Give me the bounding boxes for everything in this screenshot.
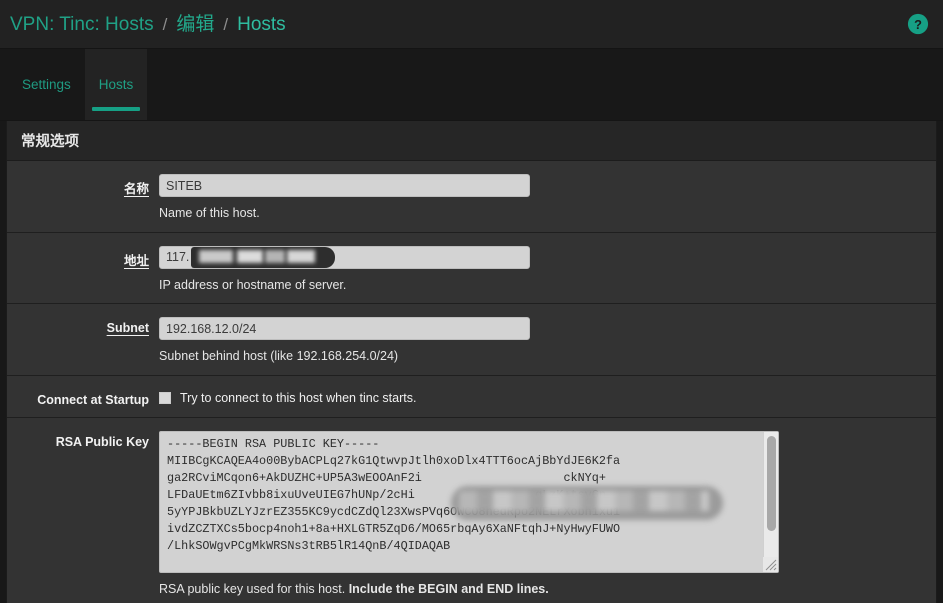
tab-settings[interactable]: Settings (8, 49, 85, 120)
label-rsa-public-key: RSA Public Key (55, 434, 149, 449)
form-row-connect-at-startup: Connect at Startup Try to connect to thi… (7, 375, 936, 418)
field-name: Name of this host. (159, 174, 936, 222)
form-row-subnet: Subnet Subnet behind host (like 192.168.… (7, 304, 936, 376)
rsa-public-key-hint: RSA public key used for this host. Inclu… (159, 582, 920, 598)
field-address: IP address or hostname of server. (159, 245, 936, 294)
rsa-textarea-scrollbar[interactable] (763, 431, 778, 572)
name-input[interactable] (159, 174, 530, 197)
rsa-public-key-wrapper: -----BEGIN RSA PUBLIC KEY----- MIIBCgKCA… (159, 430, 779, 573)
connect-at-startup-checkbox[interactable] (159, 391, 171, 404)
page-header: VPN: Tinc: Hosts / 编辑 / Hosts ? (0, 0, 943, 49)
address-input-wrapper (159, 245, 530, 269)
settings-panel: 常规选项 名称 Name of this host. 地址 IP (6, 121, 937, 603)
section-title: 常规选项 (7, 121, 936, 161)
connect-at-startup-checkbox-label: Try to connect to this host when tinc st… (180, 390, 417, 405)
connect-at-startup-line: Try to connect to this host when tinc st… (159, 389, 920, 405)
address-hint: IP address or hostname of server. (159, 277, 347, 292)
label-connect-at-startup: Connect at Startup (37, 392, 149, 407)
form-row-name: 名称 Name of this host. (7, 161, 936, 233)
rsa-public-key-textarea[interactable]: -----BEGIN RSA PUBLIC KEY----- MIIBCgKCA… (159, 430, 779, 573)
field-rsa-public-key: -----BEGIN RSA PUBLIC KEY----- MIIBCgKCA… (159, 430, 936, 598)
label-subnet-text[interactable]: Subnet (107, 321, 149, 335)
breadcrumb-item-hosts: Hosts (237, 13, 286, 35)
label-subnet: Subnet (7, 317, 159, 335)
field-connect-at-startup: Try to connect to this host when tinc st… (159, 389, 936, 405)
tab-bar: Settings Hosts (0, 49, 943, 121)
address-redaction-overlay (191, 246, 335, 268)
rsa-hint-plain: RSA public key used for this host. (159, 581, 349, 596)
tab-hosts-label: Hosts (98, 77, 134, 92)
help-circle-icon[interactable]: ? (907, 13, 929, 35)
breadcrumb-separator: / (162, 14, 168, 34)
breadcrumb-item-edit[interactable]: 编辑 (176, 15, 214, 34)
field-subnet: Subnet behind host (like 192.168.254.0/2… (159, 317, 936, 365)
form-row-address: 地址 IP address or hostname of server. (7, 232, 936, 305)
label-name: 名称 (7, 174, 159, 197)
rsa-hint-bold: Include the BEGIN and END lines. (348, 581, 549, 596)
subnet-hint: Subnet behind host (like 192.168.254.0/2… (159, 349, 399, 364)
name-hint: Name of this host. (159, 206, 260, 220)
breadcrumb-item-vpn-tinc-hosts[interactable]: VPN: Tinc: Hosts (10, 15, 154, 34)
label-name-text[interactable]: 名称 (124, 182, 149, 196)
rsa-textarea-resize-handle[interactable] (763, 556, 778, 572)
label-address: 地址 (7, 246, 159, 269)
form-row-rsa-public-key: RSA Public Key -----BEGIN RSA PUBLIC KEY… (7, 417, 936, 603)
tab-hosts[interactable]: Hosts (84, 49, 148, 120)
label-address-text[interactable]: 地址 (124, 254, 149, 268)
rsa-textarea-scrollbar-thumb[interactable] (767, 435, 776, 531)
breadcrumb-separator: / (223, 14, 229, 34)
breadcrumb: VPN: Tinc: Hosts / 编辑 / Hosts (10, 15, 286, 34)
subnet-input[interactable] (159, 317, 530, 341)
svg-text:?: ? (914, 17, 922, 32)
tab-settings-label: Settings (22, 77, 71, 92)
